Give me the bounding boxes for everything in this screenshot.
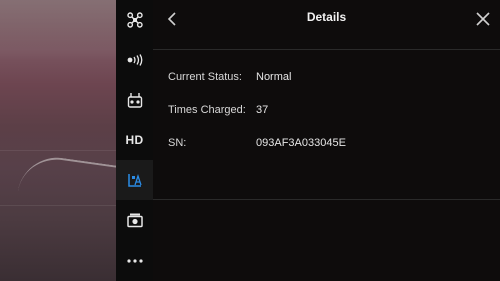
camera-view-floor-line xyxy=(0,205,116,206)
camera-live-view xyxy=(0,0,133,281)
times-charged-label: Times Charged: xyxy=(168,104,246,116)
signal-icon xyxy=(127,54,142,66)
sidebar-item-aircraft[interactable] xyxy=(116,0,153,40)
panel-header: Details xyxy=(153,0,500,38)
remote-controller-icon xyxy=(127,93,142,108)
sn-label: SN: xyxy=(168,137,187,149)
times-charged-value: 37 xyxy=(256,104,269,116)
close-button[interactable] xyxy=(470,6,496,32)
sidebar-item-remote-controller[interactable] xyxy=(116,80,153,120)
sidebar-item-battery[interactable] xyxy=(116,160,153,200)
divider xyxy=(153,199,500,200)
page-title: Details xyxy=(306,10,347,24)
sidebar-item-more[interactable] xyxy=(116,241,153,281)
close-icon xyxy=(476,12,490,26)
camera-view-floor-line xyxy=(0,150,116,151)
sidebar-item-hd[interactable]: HD xyxy=(116,120,153,160)
sidebar-item-camera[interactable] xyxy=(116,200,153,240)
battery-details-panel: Details Current Status: Normal Times Cha… xyxy=(153,0,500,281)
settings-sidebar: HD xyxy=(116,0,153,281)
current-status-value: Normal xyxy=(256,71,292,83)
camera-icon xyxy=(126,213,143,228)
battery-icon xyxy=(127,173,142,187)
divider xyxy=(153,49,500,50)
current-status-label: Current Status: xyxy=(168,71,242,83)
sidebar-item-signal[interactable] xyxy=(116,40,153,80)
more-icon xyxy=(126,259,143,263)
sn-value: 093AF3A033045E xyxy=(256,137,346,149)
hd-icon: HD xyxy=(125,133,144,147)
aircraft-icon xyxy=(126,12,143,28)
camera-view-wall xyxy=(0,0,116,60)
